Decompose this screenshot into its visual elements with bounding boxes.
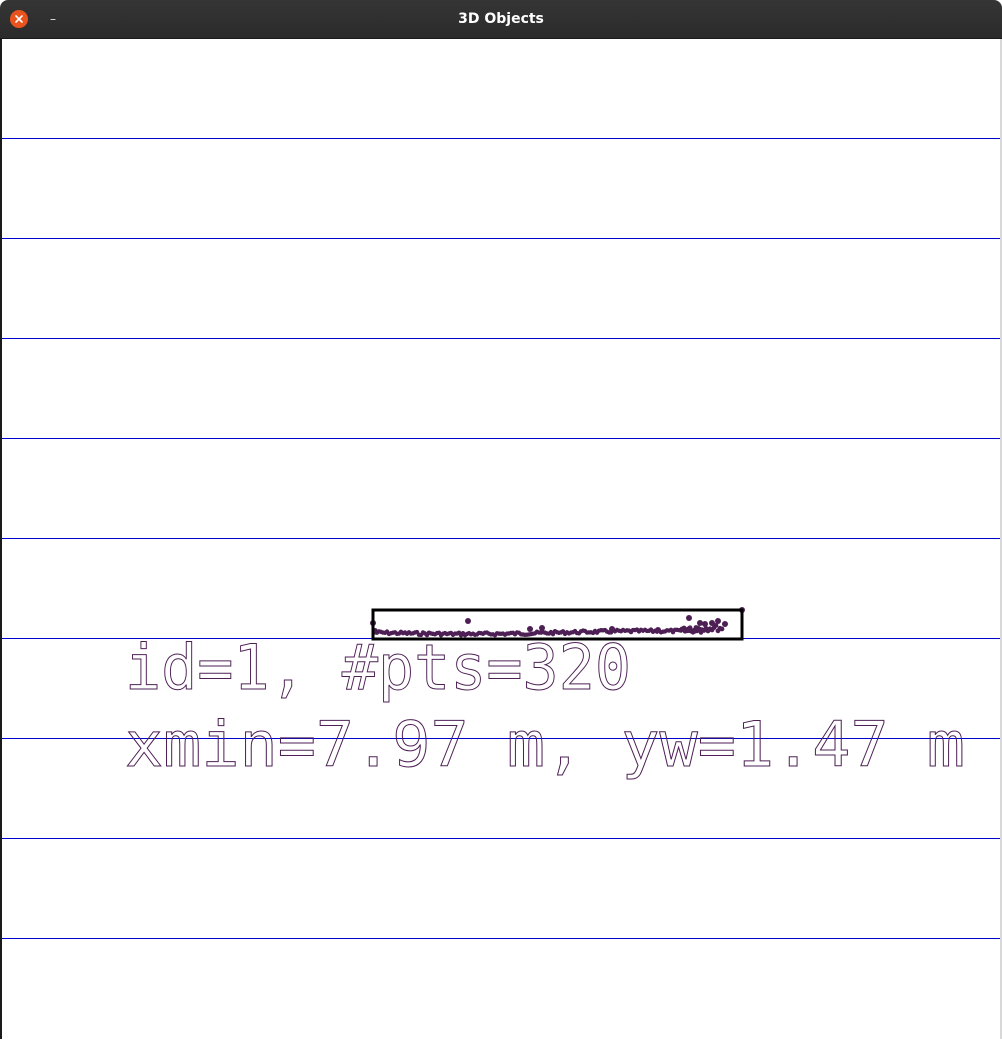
viewer-svg: id=1, #pts=320 xmin=7.97 m, yw=1.47 m	[2, 138, 1002, 939]
point	[709, 620, 715, 626]
window-title: 3D Objects	[458, 11, 544, 27]
point	[465, 618, 471, 624]
close-icon	[15, 15, 23, 23]
point	[697, 620, 703, 626]
close-button[interactable]	[10, 10, 28, 28]
object-label-count: id=1, #pts=320	[125, 631, 631, 704]
point	[686, 615, 692, 621]
minimize-icon: –	[50, 12, 56, 26]
app-window: – 3D Objects id=1, #pts=320 xmin=7.97 m,…	[0, 0, 1002, 1039]
object-label-position: xmin=7.97 m, yw=1.47 m	[125, 708, 965, 781]
point	[655, 627, 661, 633]
title-bar[interactable]: – 3D Objects	[0, 0, 1002, 39]
grid-lines	[2, 138, 1002, 939]
viewer-canvas: id=1, #pts=320 xmin=7.97 m, yw=1.47 m	[2, 39, 1002, 1039]
minimize-button[interactable]: –	[44, 10, 62, 28]
point	[715, 618, 721, 624]
point	[719, 626, 725, 632]
point	[722, 621, 728, 627]
point	[702, 621, 708, 627]
